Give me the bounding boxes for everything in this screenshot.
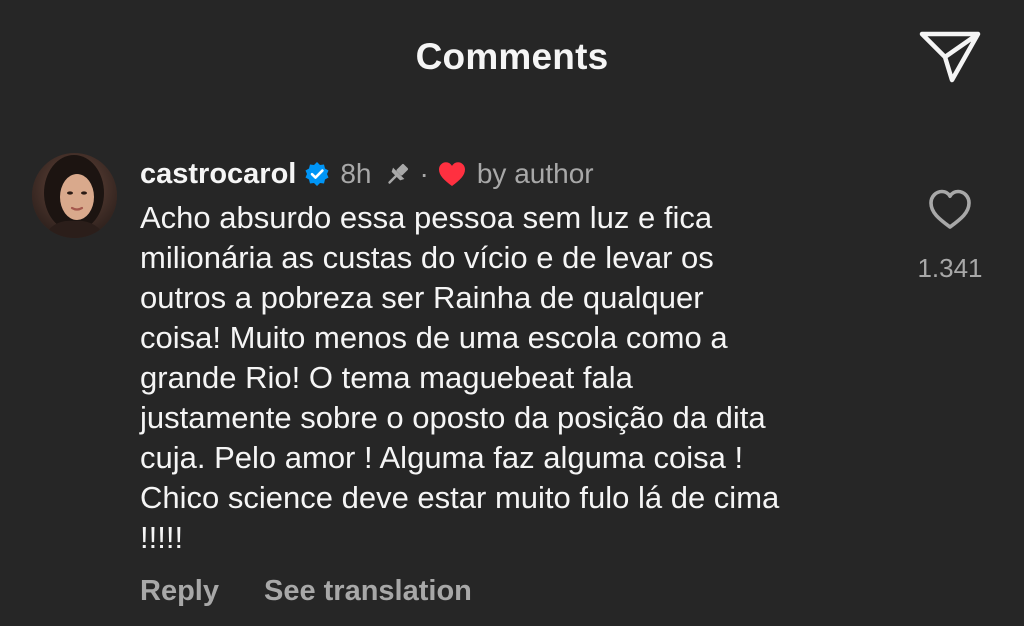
- verified-badge-icon: [304, 161, 330, 187]
- pin-icon: [384, 160, 412, 188]
- separator-dot: ·: [419, 158, 429, 189]
- comments-header: Comments: [0, 0, 1024, 118]
- username[interactable]: castrocarol: [140, 158, 296, 191]
- see-translation-button[interactable]: See translation: [264, 575, 472, 608]
- like-count: 1.341: [917, 253, 983, 283]
- like-button[interactable]: [926, 186, 974, 232]
- red-heart-icon: [437, 160, 467, 188]
- timestamp: 8h: [340, 158, 372, 189]
- comment-meta: castrocarol 8h · by author: [140, 154, 594, 194]
- author-like-label: by author: [476, 158, 594, 189]
- heart-outline-icon: [929, 189, 971, 229]
- reply-button[interactable]: Reply: [140, 575, 219, 608]
- avatar[interactable]: [32, 153, 117, 238]
- user-avatar: [32, 153, 117, 238]
- page-title: Comments: [415, 36, 609, 77]
- paper-plane-icon: [919, 31, 981, 83]
- comment-actions: Reply See translation: [140, 575, 472, 608]
- comment-text: Acho absurdo essa pessoa sem luz e fica …: [140, 200, 780, 555]
- send-button[interactable]: [916, 26, 984, 86]
